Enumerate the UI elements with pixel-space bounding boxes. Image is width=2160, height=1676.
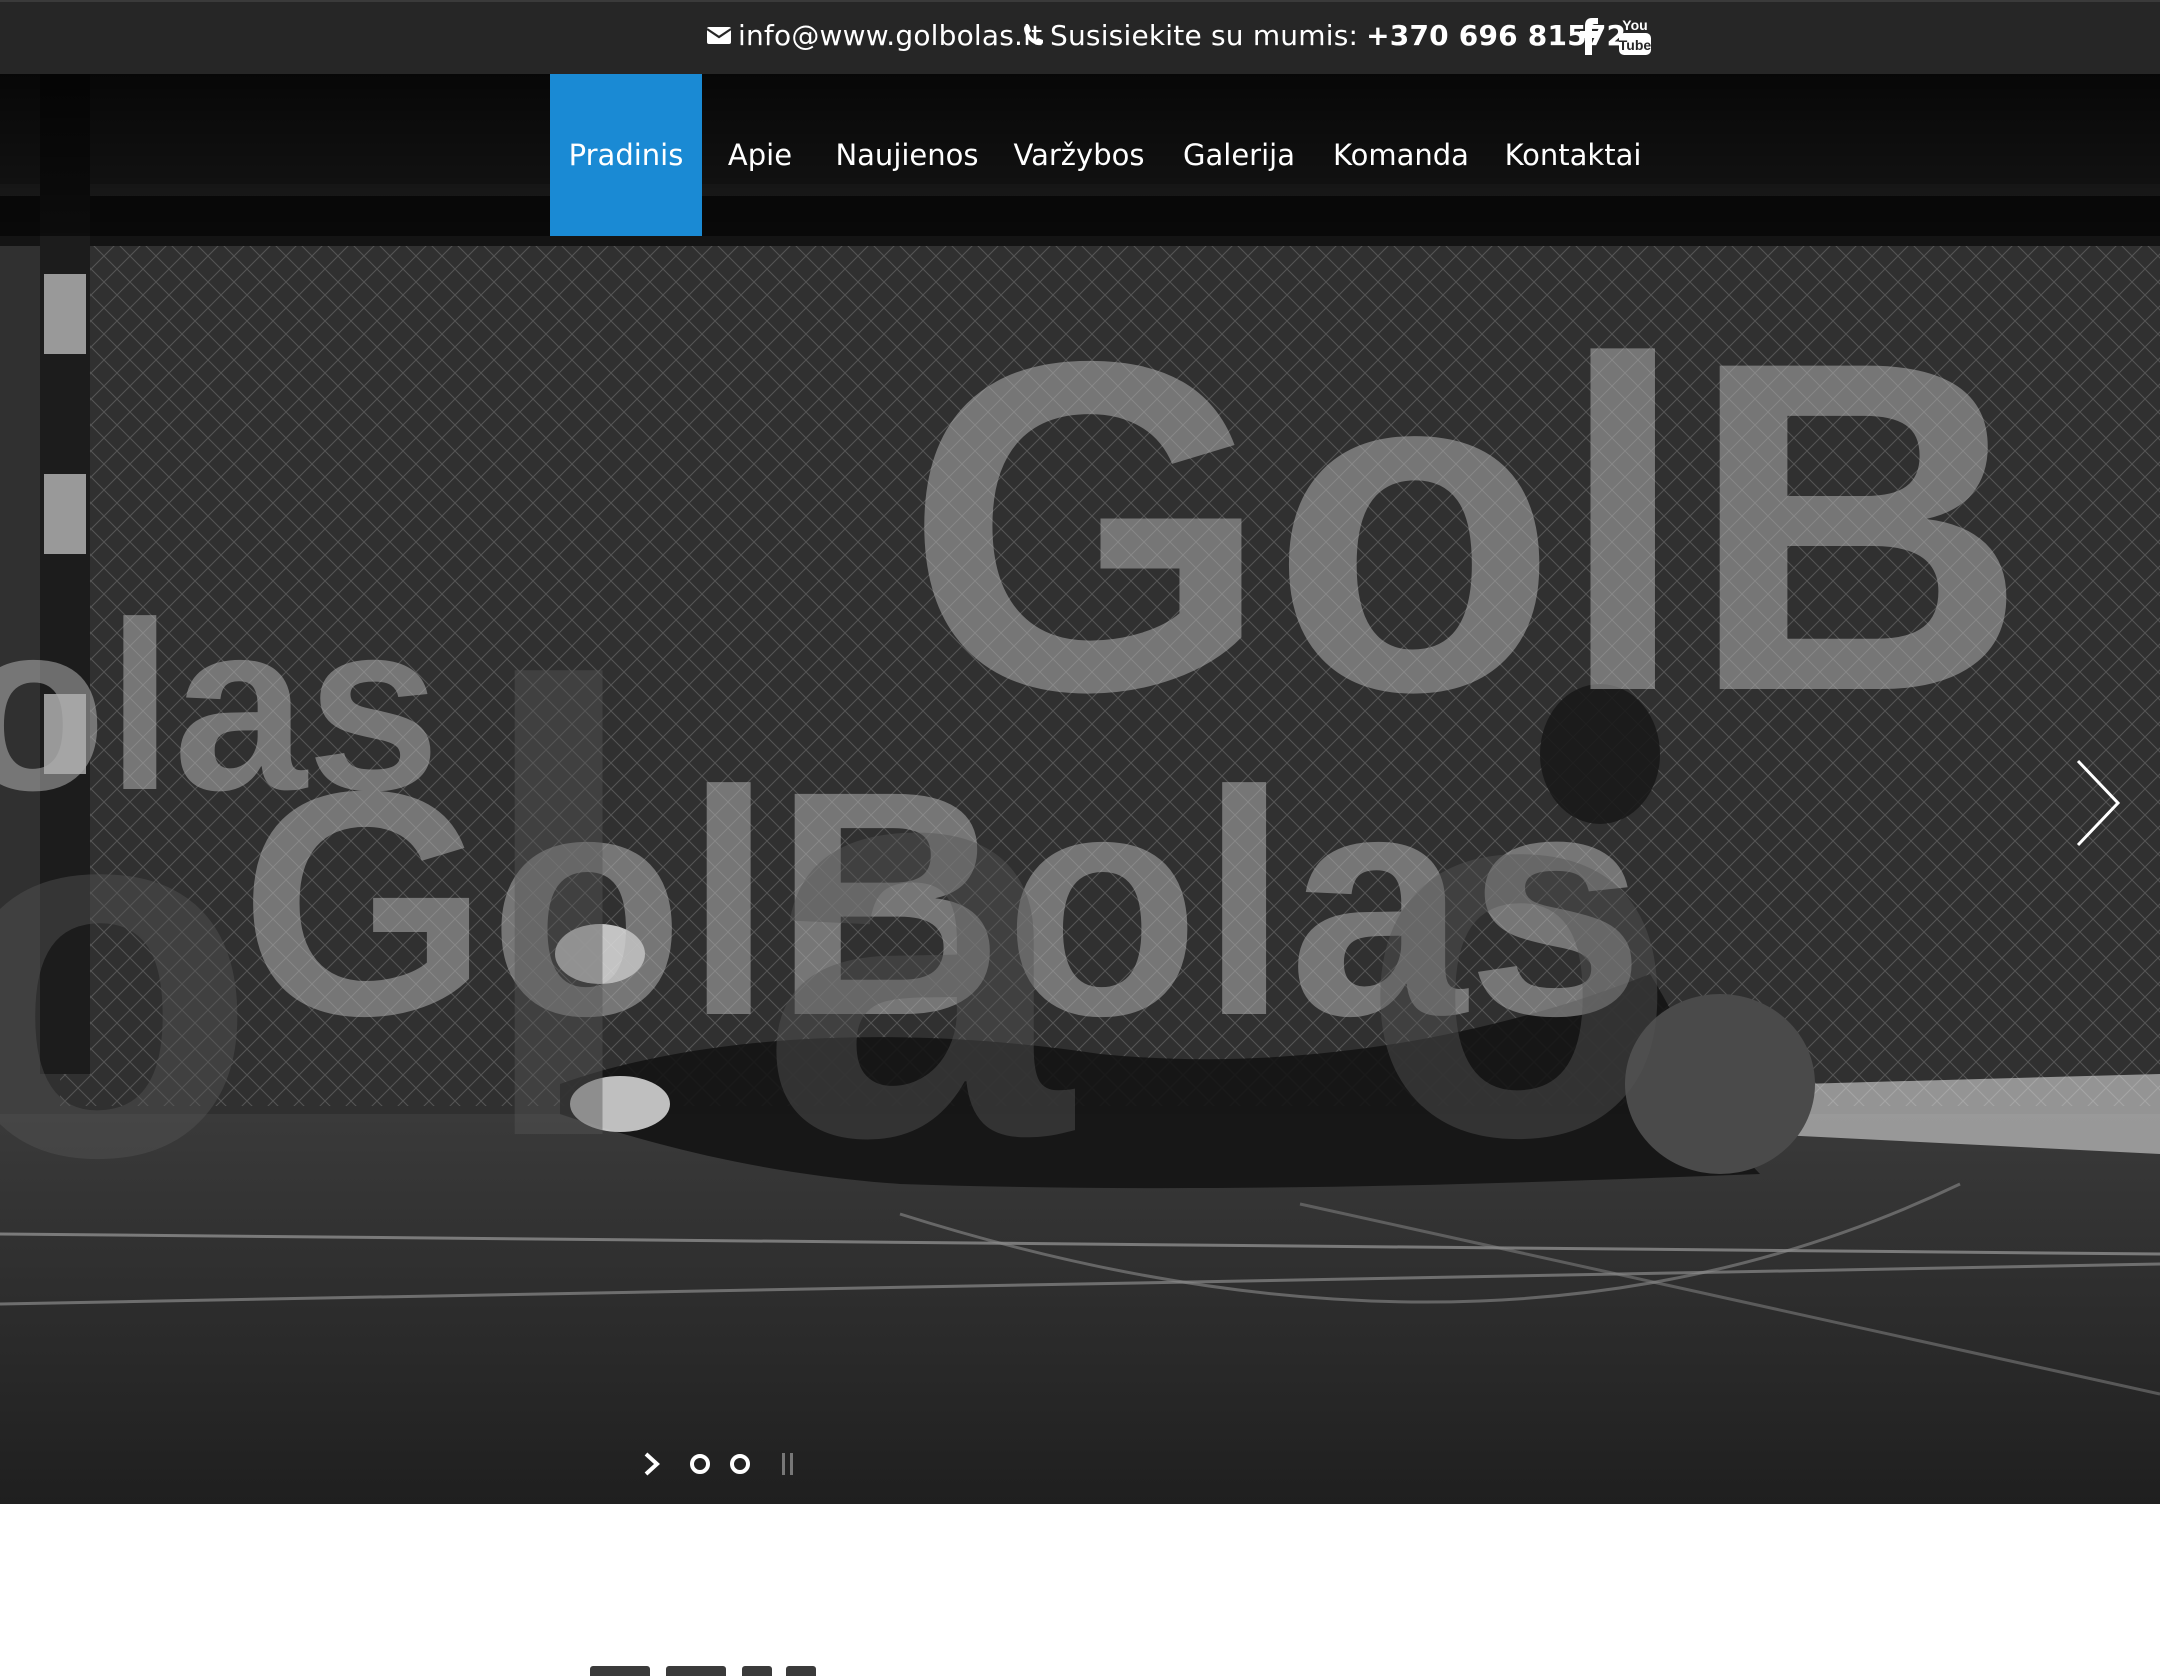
slide-dot-icon bbox=[730, 1454, 750, 1474]
slider-next-button[interactable] bbox=[2072, 755, 2124, 851]
nav-item-galerija[interactable]: Galerija bbox=[1180, 74, 1298, 236]
nav-item-pradinis[interactable]: Pradinis bbox=[550, 74, 702, 236]
play-icon bbox=[644, 1452, 660, 1476]
contact-phone[interactable]: Susisiekite su mumis: +370 696 81572 bbox=[1022, 17, 1626, 53]
hero-photo: GolB olas GolBolas o l a o bbox=[0, 74, 2160, 1504]
slider-pause-button[interactable] bbox=[772, 1446, 804, 1482]
youtube-icon: You Tube bbox=[1619, 17, 1652, 55]
top-contact-bar: info@www.golbolas.lt Susisiekite su mumi… bbox=[0, 0, 2160, 74]
youtube-logo-bottom: Tube bbox=[1619, 37, 1652, 53]
slider-play-button[interactable] bbox=[636, 1446, 668, 1482]
nav-item-apie[interactable]: Apie bbox=[714, 74, 806, 236]
youtube-link[interactable]: You Tube bbox=[1618, 16, 1652, 56]
section-heading-cutoff bbox=[590, 1640, 890, 1676]
slide-dot-2[interactable] bbox=[724, 1446, 756, 1482]
envelope-icon bbox=[706, 27, 732, 44]
contact-email[interactable]: info@www.golbolas.lt bbox=[706, 17, 1042, 53]
hero-slider: GolB olas GolBolas o l a o bbox=[0, 74, 2160, 1504]
nav-item-kontaktai[interactable]: Kontaktai bbox=[1505, 74, 1642, 236]
nav-item-naujienos[interactable]: Naujienos bbox=[834, 74, 980, 236]
svg-text:a: a bbox=[760, 627, 1075, 1253]
nav-item-varzybos[interactable]: Varžybos bbox=[1014, 74, 1145, 236]
facebook-link[interactable] bbox=[1576, 16, 1602, 56]
slide-dot-icon bbox=[690, 1454, 710, 1474]
pause-icon bbox=[782, 1453, 793, 1475]
main-navigation: Pradinis Apie Naujienos Varžybos Galerij… bbox=[0, 74, 2160, 236]
svg-text:l: l bbox=[470, 555, 648, 1270]
phone-icon bbox=[1024, 25, 1043, 45]
nav-item-komanda[interactable]: Komanda bbox=[1333, 74, 1469, 236]
chevron-right-icon bbox=[2076, 759, 2121, 847]
youtube-logo-top: You bbox=[1622, 17, 1647, 33]
facebook-icon bbox=[1580, 18, 1598, 55]
slide-dot-1[interactable] bbox=[684, 1446, 716, 1482]
svg-text:o: o bbox=[1360, 664, 1678, 1245]
svg-text:o: o bbox=[0, 684, 258, 1265]
contact-email-text: info@www.golbolas.lt bbox=[738, 18, 1043, 52]
contact-phone-label: Susisiekite su mumis: bbox=[1050, 18, 1359, 52]
